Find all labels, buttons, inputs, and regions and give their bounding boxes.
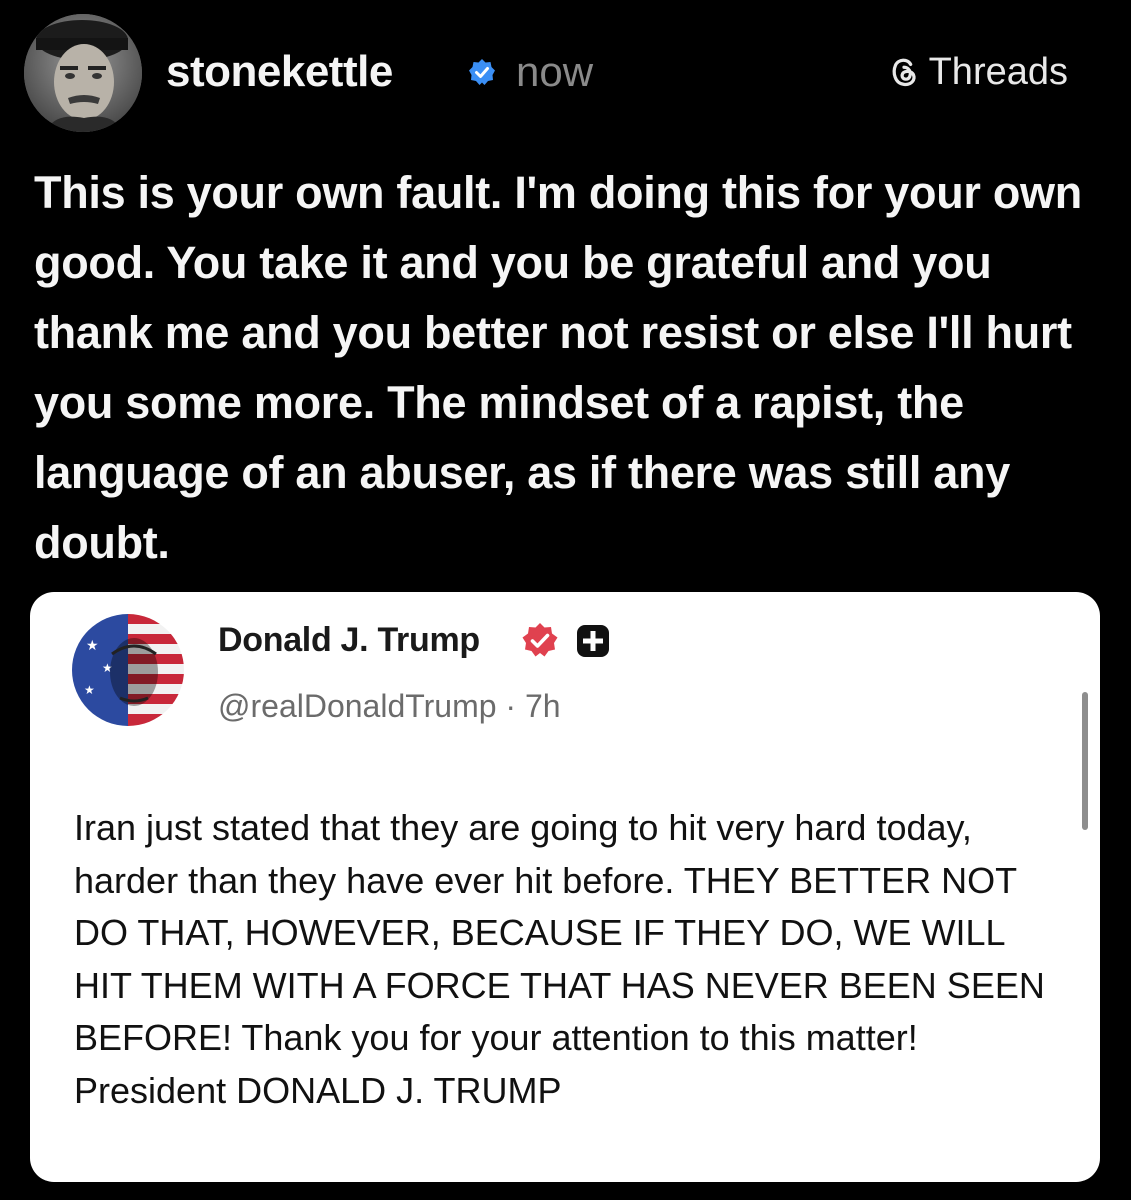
quoted-author-name[interactable]: Donald J. Trump bbox=[218, 618, 480, 662]
quoted-post-card[interactable]: ★ ★ ★ Donald J. Trump @realDonaldTrump ·… bbox=[30, 592, 1100, 1182]
author-username[interactable]: stonekettle bbox=[166, 44, 393, 100]
quoted-author-handle[interactable]: @realDonaldTrump · 7h bbox=[218, 684, 561, 728]
svg-text:★: ★ bbox=[86, 638, 99, 654]
avatar-photo bbox=[24, 14, 142, 132]
avatar-flag-portrait: ★ ★ ★ bbox=[72, 614, 184, 726]
threads-post: stonekettle now Threads This is your own… bbox=[0, 0, 1131, 1200]
post-body-text: This is your own fault. I'm doing this f… bbox=[34, 167, 1082, 568]
post-header: stonekettle now Threads bbox=[24, 14, 1084, 134]
scrollbar[interactable] bbox=[1082, 692, 1088, 830]
svg-text:★: ★ bbox=[84, 683, 95, 697]
post-timestamp: now bbox=[516, 48, 594, 95]
quoted-author-avatar[interactable]: ★ ★ ★ bbox=[72, 614, 184, 726]
threads-label: Threads bbox=[928, 51, 1068, 93]
truth-verified-badge-icon bbox=[521, 622, 559, 660]
verified-badge-icon bbox=[468, 58, 496, 86]
quoted-post-text: Iran just stated that they are going to … bbox=[74, 807, 1045, 1111]
threads-logo-icon bbox=[892, 58, 916, 87]
author-avatar[interactable] bbox=[24, 14, 142, 132]
threads-platform-tag[interactable]: Threads bbox=[885, 48, 1068, 96]
plus-badge-icon bbox=[576, 624, 610, 658]
